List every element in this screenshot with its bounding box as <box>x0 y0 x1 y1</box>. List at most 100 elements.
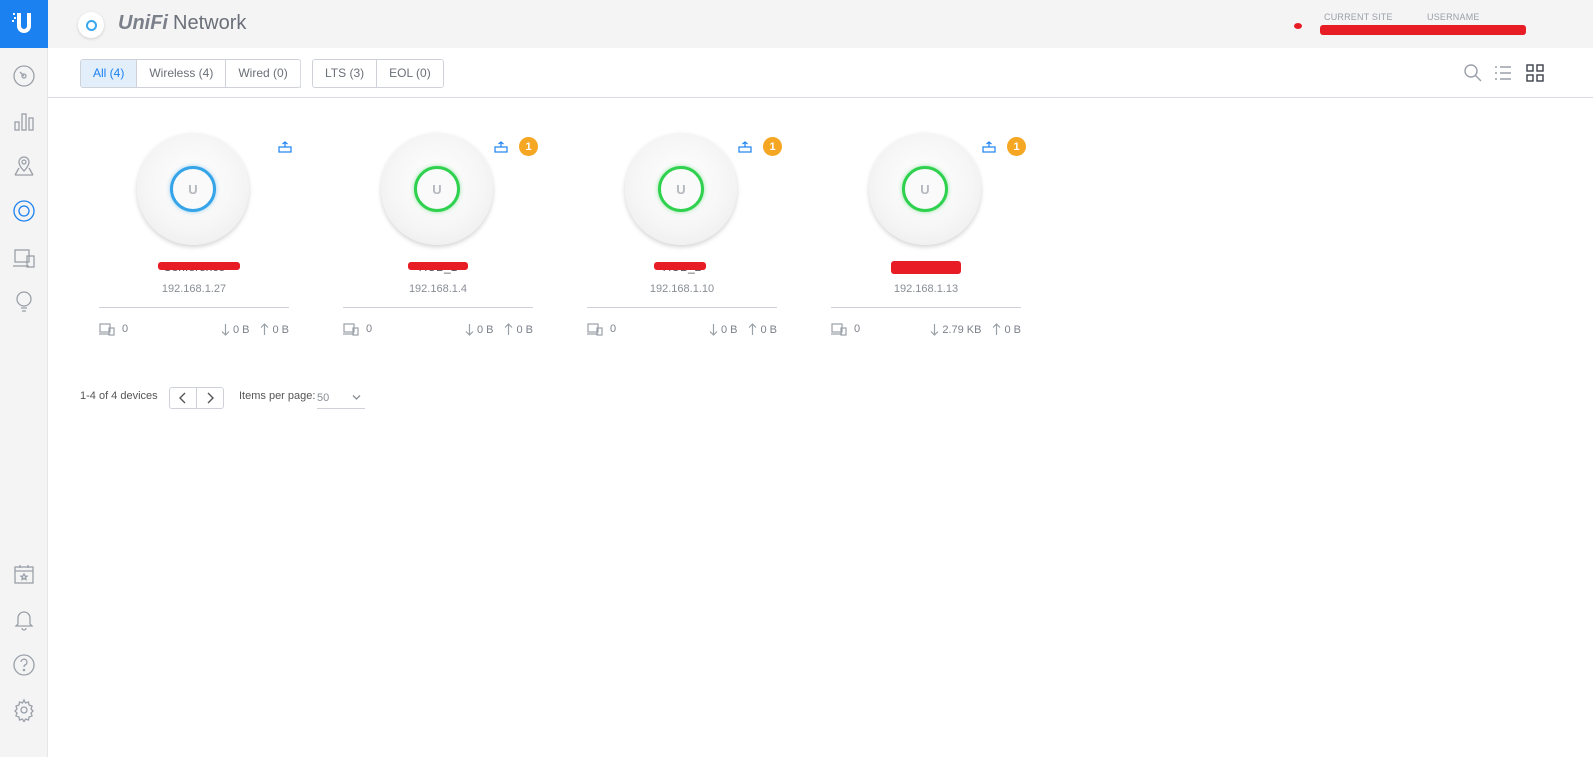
clients-count: 0 <box>610 323 617 335</box>
filter-lts-tab[interactable]: LTS (3) <box>313 60 378 87</box>
nav-devices-icon[interactable] <box>0 191 48 231</box>
card-divider <box>99 307 289 308</box>
nav-dashboard-icon[interactable] <box>0 56 48 96</box>
redacted-device-name <box>891 261 961 274</box>
device-card[interactable]: U 1 HUB_2 192.168.1.10 0 0 B 0 B <box>587 120 782 340</box>
download-arrow-icon <box>221 324 230 336</box>
download-arrow-icon <box>930 324 939 336</box>
notification-badge[interactable]: 1 <box>1007 137 1026 156</box>
nav-insights-icon[interactable] <box>0 281 48 321</box>
filter-toolbar: All (4) Wireless (4) Wired (0) LTS (3) E… <box>48 48 1593 98</box>
username-label[interactable]: USERNAME <box>1427 12 1480 22</box>
ap-logo: U <box>920 181 930 197</box>
filter-eol-tab[interactable]: EOL (0) <box>377 60 443 87</box>
device-ip: 192.168.1.10 <box>649 283 715 295</box>
uplink-icon[interactable] <box>738 140 752 153</box>
nav-help-icon[interactable] <box>0 645 48 685</box>
access-point-image: U <box>625 133 737 245</box>
notification-badge[interactable]: 1 <box>763 137 782 156</box>
site-status-icon <box>78 12 104 38</box>
sidebar <box>0 0 48 757</box>
clients-count: 0 <box>854 323 861 335</box>
download-value: 0 B <box>720 323 738 336</box>
upload-arrow-icon <box>749 323 757 335</box>
nav-settings-gear-icon[interactable] <box>0 690 48 730</box>
redacted-device-name <box>158 262 240 270</box>
uplink-icon[interactable] <box>982 140 996 153</box>
filter-all-tab[interactable]: All (4) <box>81 60 138 87</box>
card-divider <box>343 307 533 308</box>
device-card[interactable]: U 1 HUB_1 192.168.1.4 0 0 B 0 B <box>343 120 538 340</box>
ap-status-ring: U <box>414 166 460 212</box>
access-point-image: U <box>137 133 249 245</box>
clients-icon <box>99 323 115 336</box>
filter-wireless-tab[interactable]: Wireless (4) <box>137 60 227 87</box>
ap-logo: U <box>188 181 198 197</box>
brand-prefix: UniFi <box>118 12 168 34</box>
upload-value: 0 B <box>760 323 777 336</box>
top-header: UniFi Network CURRENT SITE USERNAME <box>48 0 1593 48</box>
support-filter: LTS (3) EOL (0) <box>312 59 444 88</box>
device-count-text: 1-4 of 4 devices <box>80 390 158 402</box>
items-per-page-value: 50 <box>317 392 330 404</box>
device-stats: 0 2.79 KB 0 B <box>831 320 1021 338</box>
app-title: UniFi Network <box>118 12 246 35</box>
download-arrow-icon <box>465 324 474 336</box>
upload-arrow-icon <box>261 323 269 335</box>
device-card[interactable]: U Conference 192.168.1.27 0 0 B 0 B <box>99 120 292 340</box>
download-value: 2.79 KB <box>942 323 982 336</box>
ap-status-ring: U <box>902 166 948 212</box>
redacted-site-and-username <box>1320 25 1526 35</box>
access-point-image: U <box>869 133 981 245</box>
prev-page-button[interactable] <box>170 388 197 408</box>
nav-alerts-icon[interactable] <box>0 599 48 639</box>
device-stats: 0 0 B 0 B <box>99 320 289 338</box>
access-point-image: U <box>381 133 493 245</box>
list-view-icon[interactable] <box>1493 63 1513 83</box>
download-value: 0 B <box>232 323 250 336</box>
device-ip: 192.168.1.13 <box>893 283 959 295</box>
items-per-page-select[interactable]: 50 <box>317 388 365 409</box>
clients-icon <box>343 323 359 336</box>
upload-value: 0 B <box>516 323 533 336</box>
brand-name: Network <box>173 12 247 34</box>
pager <box>169 387 224 409</box>
next-page-button[interactable] <box>197 388 223 408</box>
card-divider <box>831 307 1021 308</box>
clients-count: 0 <box>366 323 373 335</box>
notification-badge[interactable]: 1 <box>519 137 538 156</box>
clients-icon <box>831 323 847 336</box>
device-card[interactable]: U 1 192.168.1.13 0 2.79 KB 0 B <box>831 120 1026 340</box>
upload-value: 0 B <box>272 323 289 336</box>
current-site-label: CURRENT SITE <box>1324 12 1393 22</box>
chevron-right-icon <box>207 392 214 404</box>
ap-status-ring: U <box>170 166 216 212</box>
nav-statistics-icon[interactable] <box>0 101 48 141</box>
device-ip: 192.168.1.27 <box>161 283 227 295</box>
redacted-status-dot <box>1294 23 1302 29</box>
nav-clients-icon[interactable] <box>0 238 48 278</box>
chevron-left-icon <box>179 392 186 404</box>
uplink-icon[interactable] <box>278 140 292 153</box>
uplink-icon[interactable] <box>494 140 508 153</box>
upload-arrow-icon <box>505 323 513 335</box>
nav-events-icon[interactable] <box>0 554 48 594</box>
ap-logo: U <box>676 181 686 197</box>
ubiquiti-logo-icon[interactable] <box>0 0 48 48</box>
upload-value: 0 B <box>1004 323 1021 336</box>
device-stats: 0 0 B 0 B <box>343 320 533 338</box>
nav-map-icon[interactable] <box>0 146 48 186</box>
card-divider <box>587 307 777 308</box>
chevron-down-icon <box>352 395 361 400</box>
redacted-device-name <box>654 262 706 270</box>
ap-logo: U <box>432 181 442 197</box>
download-value: 0 B <box>476 323 494 336</box>
redacted-device-name <box>408 262 468 270</box>
device-stats: 0 0 B 0 B <box>587 320 777 338</box>
grid-view-icon[interactable] <box>1525 63 1545 83</box>
clients-icon <box>587 323 603 336</box>
toolbar-divider <box>300 60 301 88</box>
search-icon[interactable] <box>1463 63 1483 83</box>
download-arrow-icon <box>709 324 718 336</box>
filter-wired-tab[interactable]: Wired (0) <box>226 60 300 87</box>
